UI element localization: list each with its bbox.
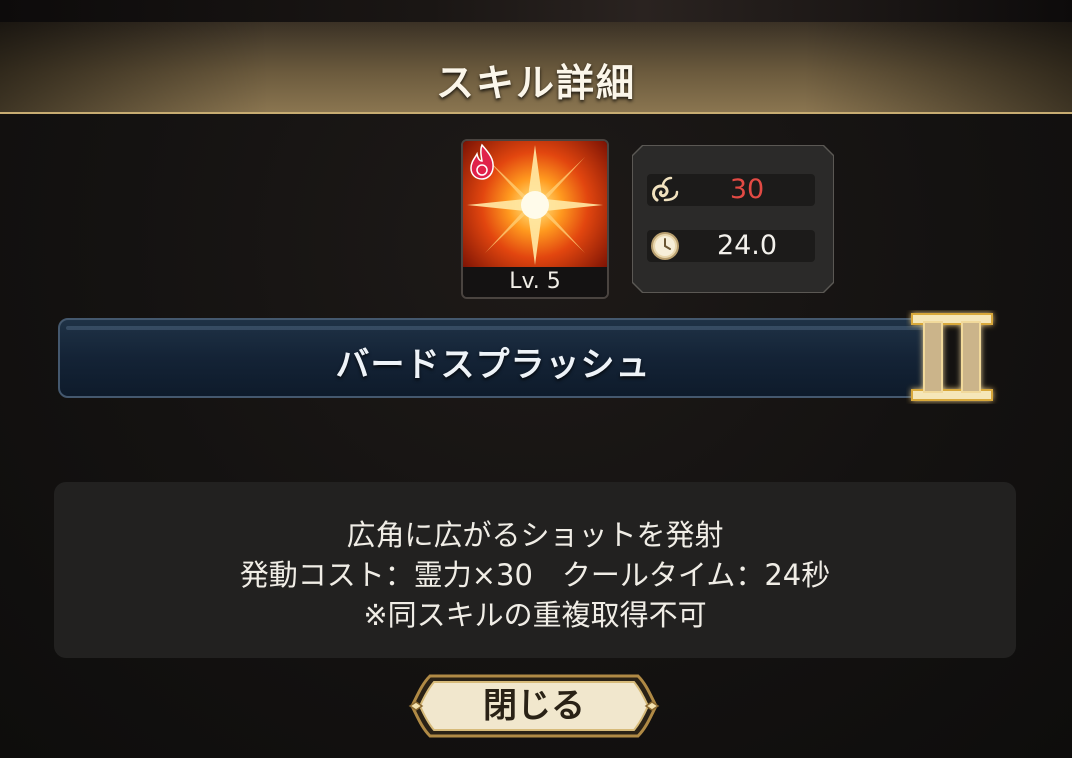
rank-badge-label: II xyxy=(906,310,907,311)
description-line-3: ※同スキルの重複取得不可 xyxy=(363,598,707,632)
top-strip xyxy=(0,0,1072,22)
dialog-header: スキル詳細 xyxy=(0,22,1072,114)
skill-name: バードスプラッシュ xyxy=(335,345,651,385)
dialog-title: スキル詳細 xyxy=(435,61,636,105)
stats-panel: 30 24.0 xyxy=(633,146,833,292)
cost-value: 30 xyxy=(729,174,765,205)
description-line-2: 発動コスト：霊力×30 クールタイム：24秒 xyxy=(239,558,831,592)
cost-row: 30 xyxy=(647,174,815,206)
fire-element-icon xyxy=(470,143,494,180)
star-burst-icon xyxy=(463,141,607,269)
description-line-1: 広角に広がるショットを発射 xyxy=(346,518,724,552)
name-bar-shine xyxy=(66,326,926,330)
skill-level: Lv. 5 xyxy=(509,269,561,294)
rank-badge-icon: II xyxy=(906,310,993,401)
cooldown-value: 24.0 xyxy=(716,230,778,261)
skill-level-bar: Lv. 5 xyxy=(463,267,607,297)
cooldown-row: 24.0 xyxy=(647,230,815,262)
skill-description-box: 広角に広がるショットを発射 発動コスト：霊力×30 クールタイム：24秒 ※同ス… xyxy=(54,482,1016,658)
close-button-label: 閉じる xyxy=(483,686,585,726)
close-button[interactable]: 閉じる xyxy=(408,672,660,740)
clock-icon xyxy=(651,232,679,260)
spirit-power-icon xyxy=(652,176,679,202)
skill-icon-card: Lv. 5 xyxy=(461,139,609,299)
